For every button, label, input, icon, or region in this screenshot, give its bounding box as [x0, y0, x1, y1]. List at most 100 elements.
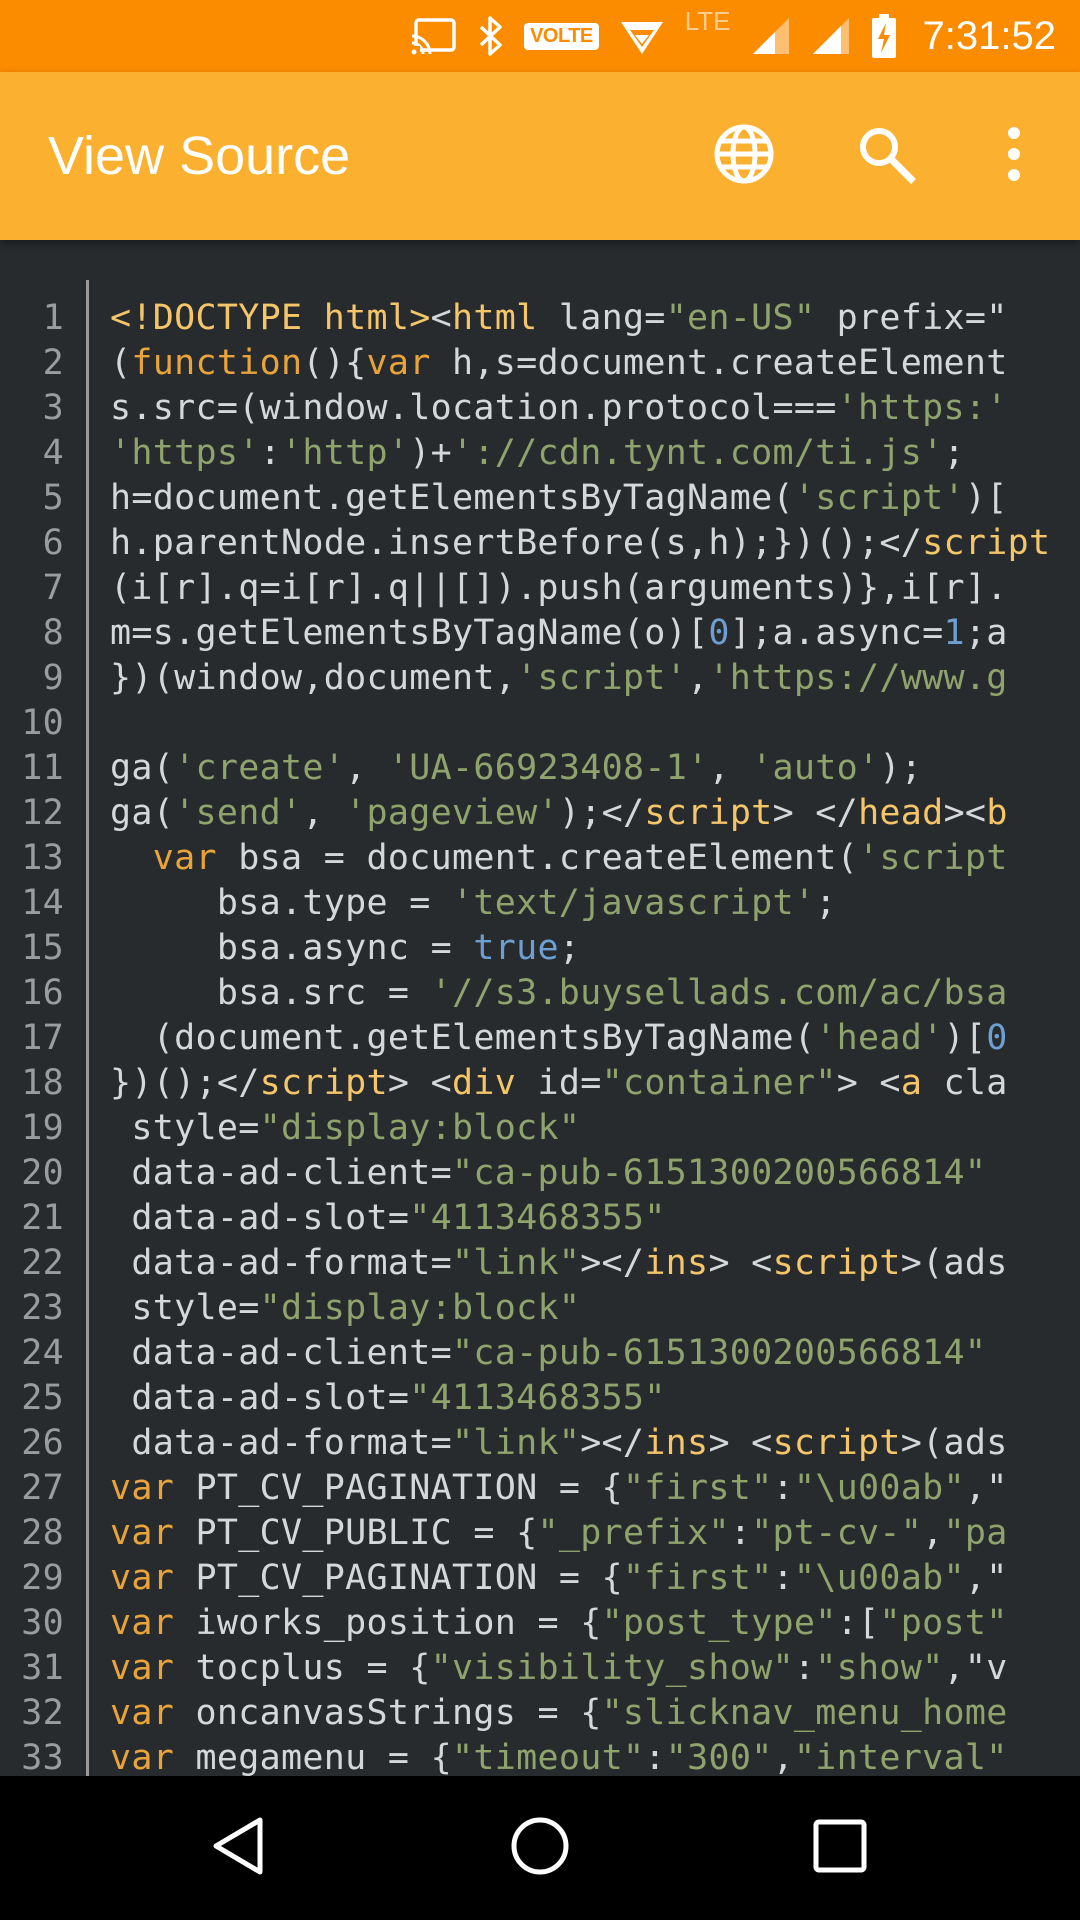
app-bar: View Source	[0, 72, 1080, 240]
home-button[interactable]	[490, 1798, 590, 1898]
code-token-plain: ,"	[964, 1468, 1008, 1508]
code-line: 12 ga('send', 'pageview');</script> </hea…	[0, 791, 1080, 836]
code-line: 8 m=s.getElementsByTagName(o)[0];a.async=…	[0, 611, 1080, 656]
navigation-bar	[0, 1776, 1080, 1920]
line-number: 22	[21, 1243, 64, 1283]
code-line: 4 'https':'http')+'://cdn.tynt.com/ti.js'…	[0, 431, 1080, 476]
code-token-plain: data-ad-slot=	[110, 1378, 410, 1418]
code-token-str: "_prefix"	[537, 1513, 730, 1553]
recents-button[interactable]	[790, 1798, 890, 1898]
code-line: 28 var PT_CV_PUBLIC = {"_prefix":"pt-cv-"…	[0, 1511, 1080, 1556]
line-number: 25	[21, 1378, 64, 1418]
code-text: 'https':'http')+'://cdn.tynt.com/ti.js';	[110, 431, 1080, 476]
code-token-str: "show"	[815, 1648, 944, 1688]
code-token-plain: h=document.getElementsByTagName(	[110, 478, 794, 518]
code-token-tag: ins	[644, 1423, 709, 1463]
line-number: 1	[42, 298, 64, 338]
code-token-str: "4113468355"	[409, 1378, 666, 1418]
code-token-plain: >(ads	[900, 1423, 1008, 1463]
recents-icon	[808, 1814, 872, 1882]
code-line: 14 bsa.type = 'text/javascript';	[0, 881, 1080, 926]
code-token-tag: html	[451, 298, 538, 338]
line-number: 11	[21, 748, 64, 788]
code-token-str: 'text/javascript'	[451, 883, 816, 923]
back-button[interactable]	[190, 1798, 290, 1898]
line-number: 12	[21, 793, 64, 833]
code-token-plain: )[	[964, 478, 1008, 518]
code-token-plain: >(ads	[900, 1243, 1008, 1283]
open-in-browser-button[interactable]	[704, 116, 784, 196]
code-token-plain: megamenu = {	[174, 1738, 452, 1776]
line-number: 2	[42, 343, 64, 383]
code-token-str: "display:block"	[259, 1108, 581, 1148]
code-text: (function(){var h,s=document.createEleme…	[110, 341, 1080, 386]
code-line: 15 bsa.async = true;	[0, 926, 1080, 971]
code-token-plain: ;a	[964, 613, 1008, 653]
code-token-plain: ></	[580, 1243, 645, 1283]
code-token-plain: id=	[516, 1063, 602, 1103]
code-token-plain: :	[772, 1558, 794, 1598]
code-token-str: 'auto'	[751, 748, 880, 788]
code-token-num: 0	[986, 1018, 1008, 1058]
line-number: 10	[21, 703, 64, 743]
code-token-tag: head	[858, 793, 944, 833]
signal-icon	[751, 0, 791, 72]
code-token-tag: script	[772, 1243, 901, 1283]
code-token-str: "link"	[451, 1243, 581, 1283]
code-token-plain: );</	[558, 793, 645, 833]
code-token-num: true	[473, 928, 559, 968]
code-token-str: "interval"	[793, 1738, 1008, 1776]
code-token-str: '://cdn.tynt.com/ti.js'	[451, 433, 944, 473]
line-number: 19	[21, 1108, 64, 1148]
code-token-str: "display:block"	[259, 1288, 581, 1328]
code-token-str: 'https://www.g	[708, 658, 1008, 698]
code-token-plain: ,	[772, 1738, 794, 1776]
code-token-plain: PT_CV_PAGINATION = {	[174, 1468, 623, 1508]
line-number: 17	[21, 1018, 64, 1058]
code-token-plain: );	[879, 748, 923, 788]
code-token-str: 'script	[858, 838, 1008, 878]
code-token-str: "ca-pub-6151300200566814"	[451, 1153, 987, 1193]
code-token-plain: data-ad-client=	[110, 1333, 452, 1373]
code-token-plain: ;	[558, 928, 581, 968]
line-number: 6	[42, 523, 64, 563]
code-token-str: 'UA-66923408-1'	[387, 748, 709, 788]
code-text: h.parentNode.insertBefore(s,h);})();</sc…	[110, 521, 1080, 566]
code-token-plain: ,	[302, 793, 346, 833]
code-line: 18})();</script> <div id="container"> <a…	[0, 1061, 1080, 1106]
code-token-tag: script	[644, 793, 773, 833]
code-text: var oncanvasStrings = {"slicknav_menu_ho…	[110, 1691, 1080, 1736]
code-line: 1 <!DOCTYPE html><html lang="en-US" prefi…	[0, 296, 1080, 341]
search-button[interactable]	[846, 116, 926, 196]
code-token-plain: :	[772, 1468, 794, 1508]
code-token-plain: (i[r].q=i[r].q||[]).push(arguments)},i[r…	[110, 568, 1008, 608]
code-token-str: "link"	[451, 1423, 581, 1463]
code-text: bsa.type = 'text/javascript';	[110, 881, 1080, 926]
code-token-kw: var	[110, 1738, 175, 1776]
code-text: data-ad-client="ca-pub-6151300200566814"	[110, 1151, 1080, 1196]
code-text: var PT_CV_PUBLIC = {"_prefix":"pt-cv-","…	[110, 1511, 1080, 1556]
code-token-kw: function	[131, 343, 303, 383]
code-token-plain: > <	[387, 1063, 452, 1103]
code-token-plain: })();</	[110, 1063, 260, 1103]
code-token-plain: prefix="	[815, 298, 1008, 338]
line-number: 14	[21, 883, 64, 923]
source-code-view[interactable]: 1 <!DOCTYPE html><html lang="en-US" prefi…	[0, 240, 1080, 1776]
signal-icon	[811, 0, 851, 72]
code-token-plain: h.parentNode.insertBefore(s,h);})();</	[110, 523, 923, 563]
code-text: data-ad-client="ca-pub-6151300200566814"	[110, 1331, 1080, 1376]
code-token-kw: var	[110, 1693, 175, 1733]
code-token-str: 'create'	[174, 748, 346, 788]
code-token-plain: data-ad-format=	[110, 1423, 452, 1463]
globe-icon	[713, 123, 775, 189]
code-text: })(window,document,'script','https://www…	[110, 656, 1080, 701]
code-text: data-ad-slot="4113468355"	[110, 1376, 1080, 1421]
volte-icon: VOLTE	[524, 0, 599, 72]
code-token-plain: h,s=document.createElement	[430, 343, 1008, 383]
more-options-button[interactable]	[974, 116, 1054, 196]
code-token-plain: ><	[943, 793, 987, 833]
code-token-tag: ins	[644, 1243, 709, 1283]
code-text: var PT_CV_PAGINATION = {"first":"\u00ab"…	[110, 1556, 1080, 1601]
code-token-plain: ,"	[964, 1558, 1008, 1598]
code-lines: 1 <!DOCTYPE html><html lang="en-US" prefi…	[0, 296, 1080, 1776]
